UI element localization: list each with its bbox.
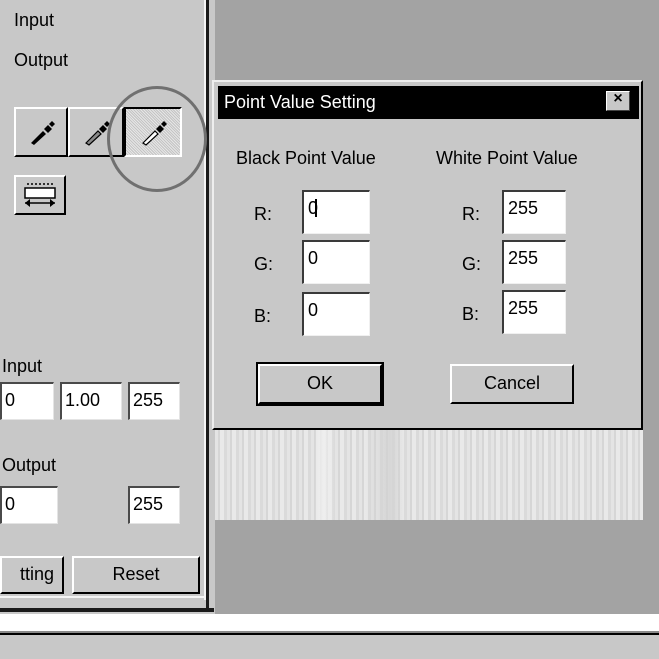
auto-range-icon: [24, 183, 56, 207]
dialog-title: Point Value Setting: [224, 92, 376, 112]
panel-edge: [0, 596, 206, 598]
panel-edge: [206, 0, 209, 612]
gray-eyedropper-icon: [85, 121, 110, 146]
output-white-field[interactable]: 255: [128, 486, 180, 524]
close-icon: ×: [613, 90, 623, 107]
black-point-tool-button[interactable]: [14, 107, 68, 157]
black-eyedropper-icon: [31, 121, 55, 145]
black-g-field[interactable]: 0: [302, 240, 370, 284]
black-b-field[interactable]: 0: [302, 292, 370, 336]
white-g-field[interactable]: 255: [502, 240, 566, 284]
b-label-black: B:: [254, 306, 272, 326]
reset-button[interactable]: Reset: [72, 556, 200, 594]
b-label-white: B:: [462, 304, 480, 324]
point-value-setting-dialog: Point Value Setting × Black Point Value …: [212, 80, 643, 430]
close-button[interactable]: ×: [606, 90, 630, 111]
white-b-field[interactable]: 255: [502, 290, 566, 334]
cancel-button[interactable]: Cancel: [450, 364, 574, 404]
r-label-black: R:: [254, 204, 272, 224]
panel-edge: [0, 608, 214, 612]
levels-panel: Input Output Input 0 1.00 255 Output 0 2…: [0, 0, 215, 614]
output-black-field[interactable]: 0: [0, 486, 58, 524]
input-gamma-field[interactable]: 1.00: [60, 382, 122, 420]
output-label: Output: [2, 455, 57, 475]
ok-button[interactable]: OK: [256, 362, 384, 406]
input-label: Input: [2, 356, 43, 376]
input-black-field[interactable]: 0: [0, 382, 54, 420]
input-white-field[interactable]: 255: [128, 382, 180, 420]
auto-range-button[interactable]: [14, 175, 66, 215]
black-r-field[interactable]: 0: [302, 190, 370, 234]
image-preview: [215, 426, 643, 520]
output-label-top: Output: [14, 50, 69, 70]
black-point-header: Black Point Value: [236, 148, 376, 168]
dialog-titlebar[interactable]: Point Value Setting ×: [218, 86, 639, 119]
text-caret: [315, 199, 318, 217]
r-label-white: R:: [462, 204, 480, 224]
white-point-header: White Point Value: [436, 148, 578, 168]
g-label-white: G:: [462, 254, 482, 274]
setting-button[interactable]: tting: [0, 556, 64, 594]
g-label-black: G:: [254, 254, 274, 274]
input-label-top: Input: [14, 10, 55, 30]
highlight-circle: [107, 86, 207, 192]
white-r-field[interactable]: 255: [502, 190, 566, 234]
status-bar: [0, 633, 659, 659]
